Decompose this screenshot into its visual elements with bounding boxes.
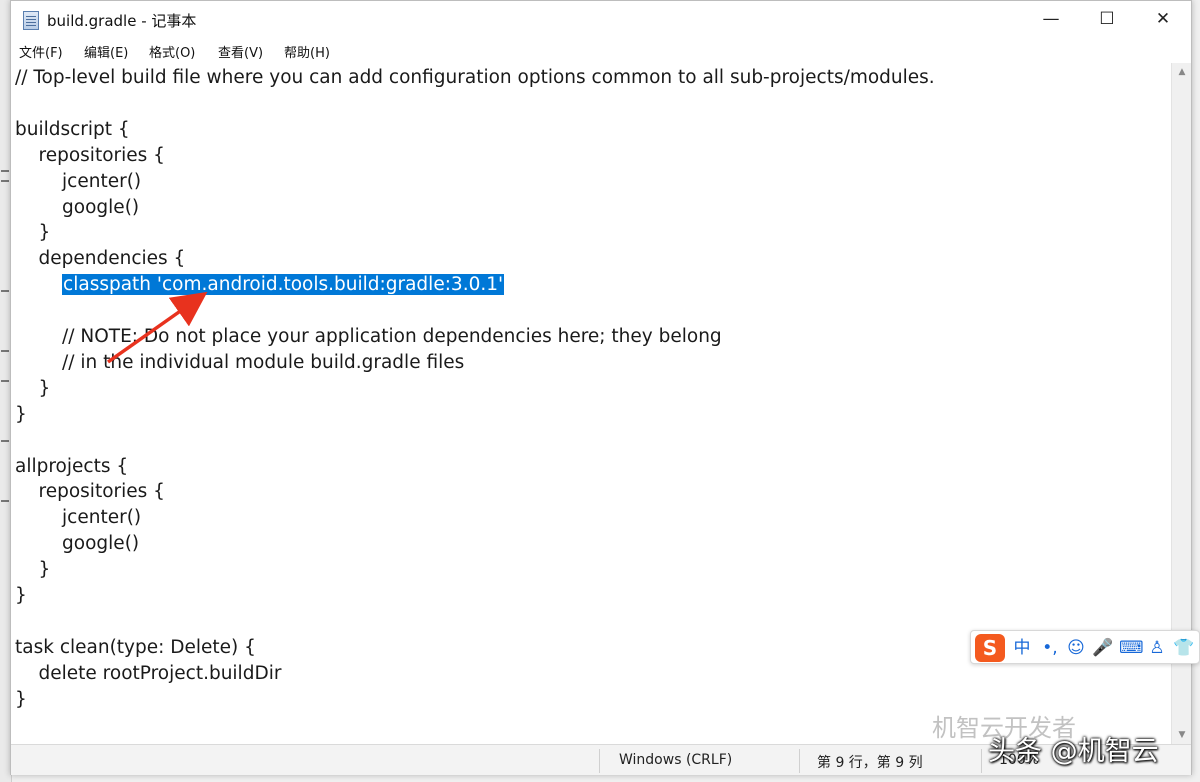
ime-toolbar: S 中 •, ☺ 🎤 ⌨ ♙ 👕 [970, 630, 1200, 664]
annotation-arrow [106, 291, 208, 364]
keyboard-icon[interactable]: ⌨ [1119, 636, 1144, 660]
skin-icon[interactable]: ♙ [1146, 636, 1168, 660]
sogou-logo-icon[interactable]: S [975, 634, 1005, 662]
watermark-main: 头条 @机智云 [988, 736, 1159, 767]
punctuation-icon[interactable]: •, [1039, 636, 1061, 660]
chinese-mode-icon[interactable]: 中 [1011, 636, 1033, 660]
microphone-icon[interactable]: 🎤 [1092, 636, 1114, 660]
emoji-icon[interactable]: ☺ [1065, 636, 1087, 660]
shirt-icon[interactable]: 👕 [1173, 636, 1195, 660]
